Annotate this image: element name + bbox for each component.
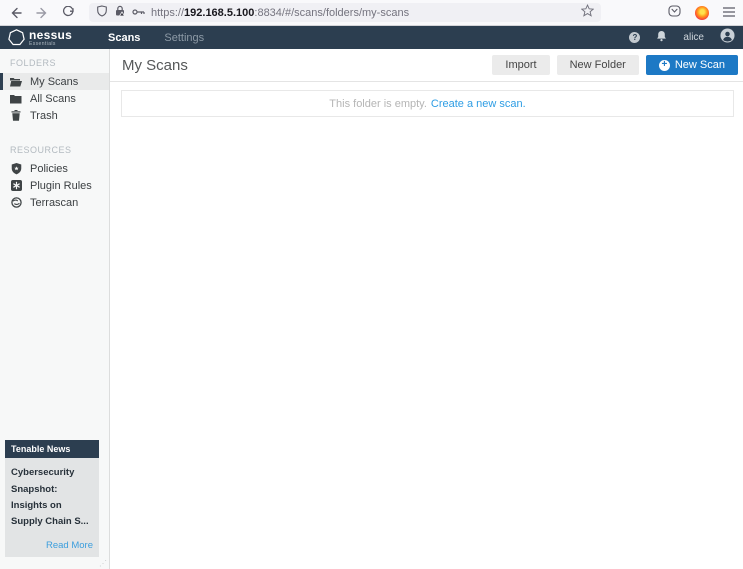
url-bar[interactable]: https://192.168.5.100:8834/#/scans/folde… bbox=[89, 3, 601, 22]
tab-settings[interactable]: Settings bbox=[164, 32, 204, 44]
create-new-scan-link[interactable]: Create a new scan. bbox=[431, 98, 526, 110]
back-button[interactable] bbox=[10, 7, 22, 19]
news-headline[interactable]: Cybersecurity Snapshot: Insights on Supp… bbox=[11, 465, 93, 530]
tenable-news-widget: Tenable News Cybersecurity Snapshot: Ins… bbox=[5, 440, 99, 557]
new-scan-button[interactable]: + New Scan bbox=[646, 55, 738, 75]
plus-icon: + bbox=[659, 60, 670, 71]
new-folder-button[interactable]: New Folder bbox=[557, 55, 639, 75]
sidebar-resize-handle[interactable]: ⋰ bbox=[99, 559, 107, 568]
shield-star-icon bbox=[10, 163, 22, 175]
page-header: My Scans Import New Folder + New Scan bbox=[110, 49, 743, 82]
nessus-logo[interactable]: nessus Essentials bbox=[0, 29, 104, 47]
insecure-lock-icon[interactable] bbox=[114, 4, 126, 22]
sidebar-item-all-scans[interactable]: All Scans bbox=[0, 90, 109, 107]
import-button[interactable]: Import bbox=[492, 55, 549, 75]
sidebar-item-plugin-rules[interactable]: Plugin Rules bbox=[0, 177, 109, 194]
tracking-protection-shield-icon[interactable] bbox=[96, 4, 108, 22]
help-icon[interactable]: ? bbox=[629, 32, 640, 43]
sidebar-section-resources: RESOURCES bbox=[0, 136, 109, 160]
browser-window: https://192.168.5.100:8834/#/scans/folde… bbox=[0, 0, 743, 569]
plugin-icon bbox=[10, 180, 22, 191]
planet-icon bbox=[10, 197, 22, 208]
browser-toolbar: https://192.168.5.100:8834/#/scans/folde… bbox=[0, 0, 743, 26]
sidebar-item-label: All Scans bbox=[30, 93, 76, 105]
forward-button[interactable] bbox=[36, 7, 48, 19]
app-header: nessus Essentials Scans Settings ? alice bbox=[0, 26, 743, 49]
sidebar-item-label: Terrascan bbox=[30, 197, 78, 209]
sidebar-item-label: Trash bbox=[30, 110, 58, 122]
sidebar-item-terrascan[interactable]: Terrascan bbox=[0, 194, 109, 211]
user-avatar[interactable] bbox=[720, 28, 735, 48]
sidebar-item-policies[interactable]: Policies bbox=[0, 160, 109, 177]
new-scan-label: New Scan bbox=[675, 59, 725, 71]
folder-open-icon bbox=[10, 77, 22, 87]
empty-folder-text: This folder is empty. bbox=[329, 98, 427, 110]
empty-folder-notice: This folder is empty. Create a new scan. bbox=[121, 90, 734, 117]
news-title: Tenable News bbox=[5, 440, 99, 458]
sidebar-item-label: Plugin Rules bbox=[30, 180, 92, 192]
tab-scans[interactable]: Scans bbox=[108, 32, 140, 44]
page-title: My Scans bbox=[122, 57, 188, 74]
reload-button[interactable] bbox=[62, 6, 75, 19]
url-text: https://192.168.5.100:8834/#/scans/folde… bbox=[151, 7, 409, 19]
main-content: My Scans Import New Folder + New Scan Th… bbox=[110, 49, 743, 569]
trash-icon bbox=[10, 110, 22, 121]
key-icon[interactable] bbox=[132, 4, 145, 22]
firefox-account-icon[interactable] bbox=[695, 6, 709, 20]
sidebar-item-label: Policies bbox=[30, 163, 68, 175]
sidebar: FOLDERS My Scans All Scans Trash RESO bbox=[0, 49, 110, 569]
news-read-more-link[interactable]: Read More bbox=[11, 540, 93, 551]
sidebar-item-trash[interactable]: Trash bbox=[0, 107, 109, 124]
username[interactable]: alice bbox=[683, 32, 704, 43]
folder-icon bbox=[10, 94, 22, 104]
brand-subtitle: Essentials bbox=[29, 42, 72, 47]
sidebar-item-my-scans[interactable]: My Scans bbox=[0, 73, 109, 90]
brand-name: nessus bbox=[29, 29, 72, 41]
nessus-heptagon-icon bbox=[8, 29, 25, 46]
pocket-icon[interactable] bbox=[668, 4, 681, 22]
notifications-bell-icon[interactable] bbox=[656, 29, 667, 47]
sidebar-item-label: My Scans bbox=[30, 76, 78, 88]
menu-hamburger-icon[interactable] bbox=[723, 4, 735, 22]
bookmark-star-icon[interactable] bbox=[581, 4, 594, 22]
sidebar-section-folders: FOLDERS bbox=[0, 49, 109, 73]
